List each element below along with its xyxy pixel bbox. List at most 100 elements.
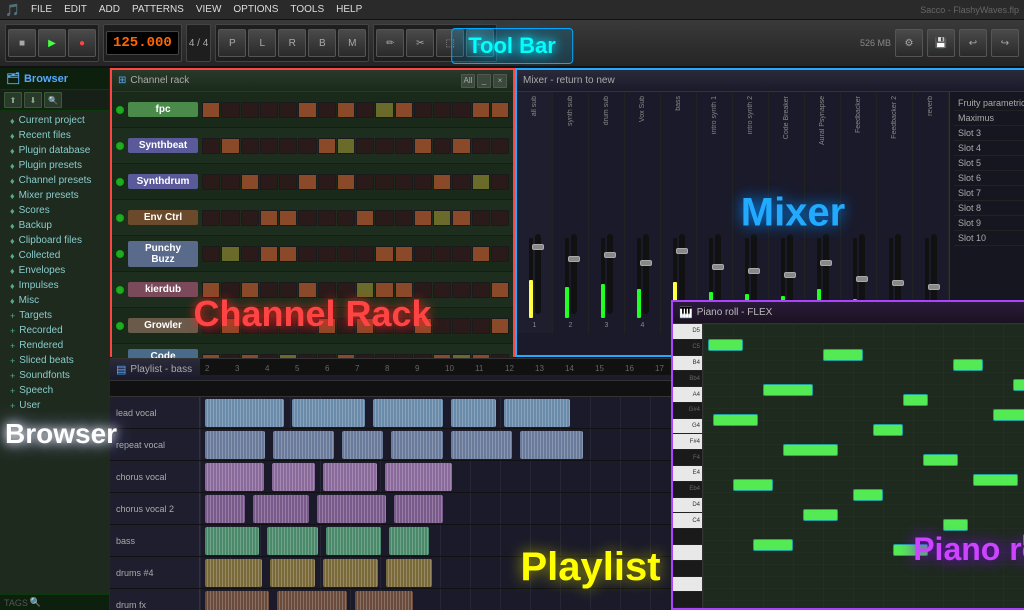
pad-3-5[interactable]	[298, 210, 316, 226]
browser-tool-2[interactable]: ⬇	[24, 92, 42, 108]
playlist-clip-2-0[interactable]	[205, 463, 264, 491]
mixer-fader-knob-7[interactable]	[784, 272, 796, 278]
pad-3-9[interactable]	[375, 210, 393, 226]
pad-3-10[interactable]	[395, 210, 413, 226]
browser-item-18[interactable]: +Speech	[0, 383, 109, 398]
playlist-clip-6-1[interactable]	[277, 591, 347, 610]
pad-1-9[interactable]	[375, 138, 393, 154]
piano-note-4[interactable]	[903, 394, 928, 406]
piano-key-F#4[interactable]: F#4	[673, 434, 702, 450]
piano-key-G3[interactable]	[673, 561, 702, 577]
browser-item-3[interactable]: ♦Plugin presets	[0, 158, 109, 173]
pad-5-1[interactable]	[221, 282, 239, 298]
pad-3-14[interactable]	[472, 210, 490, 226]
pad-1-12[interactable]	[433, 138, 451, 154]
pad-5-2[interactable]	[241, 282, 259, 298]
pad-2-7[interactable]	[337, 174, 355, 190]
pad-3-13[interactable]	[452, 210, 470, 226]
piano-note-9[interactable]	[783, 444, 838, 456]
pad-6-11[interactable]	[414, 318, 432, 334]
playlist-clip-5-3[interactable]	[386, 559, 432, 587]
piano-note-2[interactable]	[953, 359, 983, 371]
playlist-clip-0-0[interactable]	[205, 399, 284, 427]
mixer-fader-0[interactable]	[535, 234, 541, 314]
browser-item-19[interactable]: +User	[0, 398, 109, 413]
mixer-fader-2[interactable]	[607, 234, 613, 314]
channel-name-0[interactable]: fpc	[128, 102, 198, 117]
pad-1-13[interactable]	[452, 138, 470, 154]
browser-item-11[interactable]: ♦Impulses	[0, 278, 109, 293]
menu-patterns[interactable]: PATTERNS	[127, 3, 189, 16]
pad-4-6[interactable]	[318, 246, 336, 262]
pad-2-2[interactable]	[241, 174, 259, 190]
pad-0-4[interactable]	[279, 102, 297, 118]
browser-item-7[interactable]: ♦Backup	[0, 218, 109, 233]
menu-edit[interactable]: EDIT	[59, 3, 92, 16]
mixer-fader-knob-5[interactable]	[712, 264, 724, 270]
pad-5-3[interactable]	[260, 282, 278, 298]
pad-6-9[interactable]	[375, 318, 393, 334]
piano-note-18[interactable]	[753, 539, 793, 551]
pad-2-1[interactable]	[221, 174, 239, 190]
pad-4-12[interactable]	[433, 246, 451, 262]
pad-1-11[interactable]	[414, 138, 432, 154]
piano-key-B3[interactable]	[673, 529, 702, 545]
pad-3-11[interactable]	[414, 210, 432, 226]
pad-1-1[interactable]	[221, 138, 239, 154]
playlist-clip-1-5[interactable]	[520, 431, 583, 459]
piano-key-F4[interactable]: F4	[673, 450, 702, 466]
save-btn[interactable]: 💾	[927, 29, 955, 57]
piano-key-G4[interactable]: G4	[673, 419, 702, 435]
pad-6-8[interactable]	[356, 318, 374, 334]
pad-6-5[interactable]	[298, 318, 316, 334]
pad-6-1[interactable]	[221, 318, 239, 334]
piano-note-7[interactable]	[873, 424, 903, 436]
playlist-clip-4-1[interactable]	[267, 527, 318, 555]
playlist-clip-6-2[interactable]	[355, 591, 413, 610]
pad-4-1[interactable]	[221, 246, 239, 262]
channel-name-6[interactable]: Growler	[128, 318, 198, 333]
pad-0-14[interactable]	[472, 102, 490, 118]
browser-item-10[interactable]: ♦Envelopes	[0, 263, 109, 278]
pad-1-14[interactable]	[472, 138, 490, 154]
pad-4-3[interactable]	[260, 246, 278, 262]
playlist-clip-4-2[interactable]	[326, 527, 381, 555]
pad-0-8[interactable]	[356, 102, 374, 118]
channel-led-4[interactable]	[116, 250, 124, 258]
mixer-fader-knob-10[interactable]	[892, 280, 904, 286]
browser-btn[interactable]: B	[308, 29, 336, 57]
piano-note-1[interactable]	[823, 358, 863, 361]
pad-5-9[interactable]	[375, 282, 393, 298]
pad-1-7[interactable]	[337, 138, 355, 154]
channel-name-5[interactable]: kierdub	[128, 282, 198, 297]
piano-key-D4[interactable]: D4	[673, 498, 702, 514]
piano-note-6[interactable]	[713, 414, 758, 426]
channel-name-4[interactable]: Punchy Buzz	[128, 241, 198, 267]
piano-key-G#4[interactable]: G#4	[673, 403, 702, 419]
pad-4-15[interactable]	[491, 246, 509, 262]
pattern-btn[interactable]: P	[218, 29, 246, 57]
browser-item-12[interactable]: ♦Misc	[0, 293, 109, 308]
pad-5-0[interactable]	[202, 282, 220, 298]
mixer-fader-3[interactable]	[643, 234, 649, 314]
channel-led-0[interactable]	[116, 106, 124, 114]
channel-name-2[interactable]: Synthdrum	[128, 174, 198, 189]
pad-5-11[interactable]	[414, 282, 432, 298]
pad-5-12[interactable]	[433, 282, 451, 298]
pad-1-15[interactable]	[491, 138, 509, 154]
piano-note-19[interactable]	[893, 544, 928, 556]
piano-note-16[interactable]	[943, 519, 968, 531]
cr-close[interactable]: ×	[493, 74, 507, 88]
pad-5-7[interactable]	[337, 282, 355, 298]
browser-item-9[interactable]: ♦Collected	[0, 248, 109, 263]
mixer-insert-5[interactable]: Slot 6	[954, 171, 1024, 186]
playlist-clip-0-1[interactable]	[292, 399, 365, 427]
pad-1-5[interactable]	[298, 138, 316, 154]
pad-5-15[interactable]	[491, 282, 509, 298]
playlist-clip-0-2[interactable]	[373, 399, 443, 427]
mixer-fader-knob-4[interactable]	[676, 248, 688, 254]
pad-2-3[interactable]	[260, 174, 278, 190]
pad-6-4[interactable]	[279, 318, 297, 334]
cr-minimize[interactable]: _	[477, 74, 491, 88]
pad-3-8[interactable]	[356, 210, 374, 226]
